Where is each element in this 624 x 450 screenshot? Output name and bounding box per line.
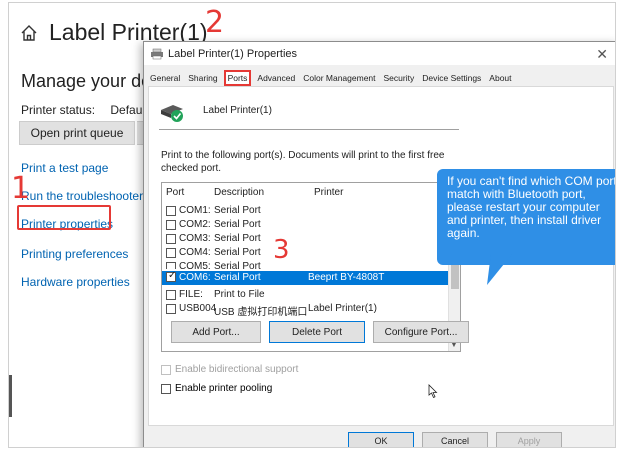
tab-general[interactable]: General [148,70,182,86]
port-description: Serial Port [214,247,261,258]
port-description: Print to File [214,289,265,300]
port-name: COM4: [179,247,211,258]
mouse-pointer-icon [428,384,438,399]
step-1-marker: 1 [11,171,31,206]
checkbox-box[interactable] [161,383,171,394]
close-icon[interactable]: ✕ [596,46,608,63]
port-checkbox[interactable] [166,262,176,269]
separator [159,129,459,130]
port-row[interactable]: COM4: Serial Port [162,247,448,259]
printer-properties-highlight [17,205,111,230]
port-name: COM5: [179,261,211,269]
port-name: COM3: [179,233,211,244]
port-name: COM2: [179,219,211,230]
printer-status: Printer status: Default [21,103,148,117]
checkbox-label: Enable bidirectional support [175,364,299,375]
tooltip-bubble: If you can't find which COM port match w… [437,169,615,265]
printer-name: Label Printer(1) [203,105,272,116]
port-checkbox[interactable] [166,206,176,216]
port-row[interactable]: COM2: Serial Port [162,219,448,231]
open-print-queue-button[interactable]: Open print queue [19,121,135,145]
link-print-test-page[interactable]: Print a test page [21,161,108,175]
configure-port-button[interactable]: Configure Port... [373,321,469,343]
printer-pooling-checkbox[interactable]: Enable printer pooling [161,383,272,394]
tab-bar: General Sharing Ports Advanced Color Man… [148,70,518,86]
tooltip-tail [487,253,513,285]
tab-ports[interactable]: Ports [223,70,252,86]
port-name: USB004 [179,303,217,314]
port-checkbox[interactable] [166,248,176,258]
port-description: USB 虚拟打印机端口 [214,307,308,318]
tab-sharing[interactable]: Sharing [186,70,219,86]
port-name: COM6: [179,272,211,283]
bidirectional-checkbox[interactable]: Enable bidirectional support [161,364,298,375]
home-icon[interactable] [19,23,39,43]
port-checkbox[interactable] [166,290,176,300]
tab-advanced[interactable]: Advanced [255,70,297,86]
instruction-text: Print to the following port(s). Document… [161,150,445,174]
printer-ready-icon [161,105,183,122]
port-checkbox[interactable] [166,220,176,230]
printer-status-label: Printer status: [21,103,96,117]
delete-port-button[interactable]: Delete Port [269,321,365,343]
port-row[interactable]: COM3: Serial Port [162,233,448,245]
port-name: COM1: [179,205,211,216]
tab-about[interactable]: About [487,70,513,86]
port-row-selected[interactable]: ✓ COM6: Serial Port Beeprt BY-4808T [162,270,448,285]
column-printer[interactable]: Printer [314,187,343,198]
port-printer: Beeprt BY-4808T [308,272,385,283]
port-row[interactable]: USB004 USB 虚拟打印机端口 Label Printer(1) [162,303,448,318]
port-description: Serial Port [214,219,261,230]
column-description[interactable]: Description [214,187,264,198]
add-port-button[interactable]: Add Port... [171,321,261,343]
tab-security[interactable]: Security [382,70,417,86]
link-run-troubleshooter[interactable]: Run the troubleshooter [21,189,143,203]
window-edge-bar [9,375,12,417]
step-3-marker: 3 [273,235,290,265]
checkmark-icon: ✓ [168,270,177,281]
apply-button[interactable]: Apply [496,432,562,447]
dialog-title: Label Printer(1) Properties [168,47,298,60]
port-description: Serial Port [214,205,261,216]
list-header: Port Description Printer [162,187,460,201]
link-hardware-properties[interactable]: Hardware properties [21,275,130,289]
port-description: Serial Port [214,261,261,269]
port-row[interactable]: FILE: Print to File [162,289,448,301]
step-2-marker: 2 [205,5,225,40]
settings-window: Label Printer(1) Manage your devi Printe… [8,2,616,448]
port-checkbox-checked[interactable]: ✓ [166,270,177,282]
printer-icon [151,48,163,59]
port-printer: Label Printer(1) [308,303,377,314]
ok-button[interactable]: OK [348,432,414,447]
checkbox-label: Enable printer pooling [175,383,273,394]
checkbox-box[interactable] [161,364,171,375]
port-row[interactable]: COM1: Serial Port [162,205,448,217]
tab-device-settings[interactable]: Device Settings [420,70,483,86]
port-description: Serial Port [214,272,261,283]
port-row[interactable]: COM5: Serial Port [162,261,448,269]
tab-color-management[interactable]: Color Management [301,70,377,86]
port-name: FILE: [179,289,203,300]
link-printing-preferences[interactable]: Printing preferences [21,247,128,261]
port-checkbox[interactable] [166,304,176,314]
column-port[interactable]: Port [166,187,184,198]
port-checkbox[interactable] [166,234,176,244]
port-description: Serial Port [214,233,261,244]
cancel-button[interactable]: Cancel [422,432,488,447]
dialog-titlebar[interactable]: Label Printer(1) Properties [144,42,615,66]
